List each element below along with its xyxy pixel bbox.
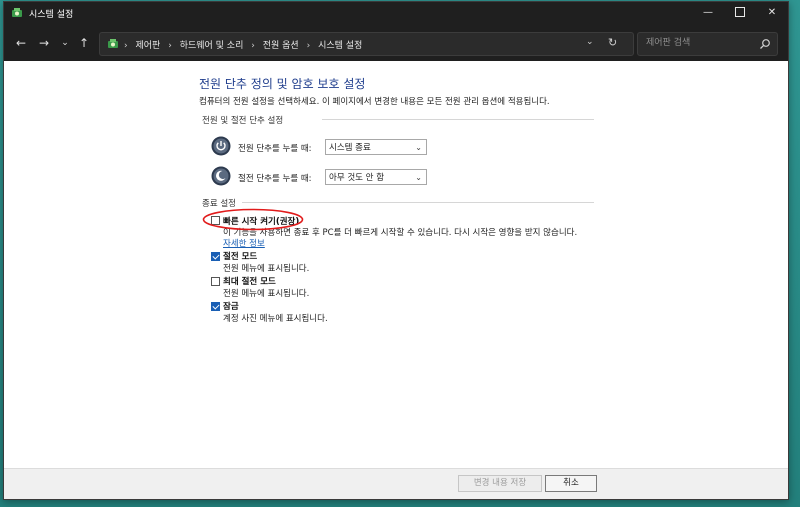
annotation-ellipse xyxy=(202,208,304,231)
breadcrumb-separator: › xyxy=(124,41,128,51)
page-title: 전원 단추 정의 및 암호 보호 설정 xyxy=(199,77,366,91)
refresh-icon[interactable]: ↻ xyxy=(608,36,617,49)
minimize-button[interactable]: — xyxy=(692,2,724,24)
sleep-label[interactable]: 절전 모드 xyxy=(223,250,257,262)
recent-locations-button[interactable]: ⌄ xyxy=(56,34,74,52)
power-button-action-select[interactable]: 시스템 종료 ⌄ xyxy=(325,139,427,155)
breadcrumb-separator: › xyxy=(168,41,172,51)
power-button-label: 전원 단추를 누를 때: xyxy=(238,144,312,154)
forward-button[interactable]: → xyxy=(35,34,53,52)
content-area: 전원 단추 정의 및 암호 보호 설정 컴퓨터의 전원 설정을 선택하세요. 이… xyxy=(4,61,788,469)
close-button[interactable]: ✕ xyxy=(756,2,788,24)
back-button[interactable]: ← xyxy=(12,34,30,52)
search-box[interactable] xyxy=(637,32,778,56)
hibernate-description: 전원 메뉴에 표시됩니다. xyxy=(223,289,310,299)
control-panel-icon xyxy=(108,39,118,48)
hibernate-checkbox[interactable] xyxy=(211,277,220,286)
breadcrumb-hardware-sound[interactable]: 하드웨어 및 소리 xyxy=(180,41,244,51)
breadcrumb: › 제어판 › 하드웨어 및 소리 › 전원 옵션 › 시스템 설정 xyxy=(124,38,362,51)
page-description: 컴퓨터의 전원 설정을 선택하세요. 이 페이지에서 변경한 내용은 모든 전원… xyxy=(199,97,550,107)
footer-bar: 변경 내용 저장 취소 xyxy=(4,468,788,499)
address-dropdown-icon[interactable]: ⌄ xyxy=(586,37,594,47)
title-bar: 시스템 설정 — ✕ xyxy=(4,2,788,24)
control-panel-window: 시스템 설정 — ✕ ← → ⌄ ↑ › 제어판 › 하드웨어 및 소리 › 전… xyxy=(3,1,789,500)
navigation-bar: ← → ⌄ ↑ › 제어판 › 하드웨어 및 소리 › 전원 옵션 › 시스템 … xyxy=(4,24,788,61)
up-button[interactable]: ↑ xyxy=(75,34,93,52)
breadcrumb-system-settings[interactable]: 시스템 설정 xyxy=(318,41,362,51)
hibernate-label[interactable]: 최대 절전 모드 xyxy=(223,275,276,287)
breadcrumb-separator: › xyxy=(306,41,311,51)
sleep-button-action-value: 아무 것도 안 함 xyxy=(329,173,385,183)
breadcrumb-separator: › xyxy=(251,41,255,51)
lock-checkbox[interactable] xyxy=(211,302,220,311)
chevron-down-icon: ⌄ xyxy=(61,38,69,48)
maximize-icon xyxy=(735,7,745,17)
arrow-up-icon: ↑ xyxy=(78,36,90,50)
sleep-button-label: 절전 단추를 누를 때: xyxy=(238,174,312,184)
breadcrumb-power-options[interactable]: 전원 옵션 xyxy=(263,41,299,51)
arrow-left-icon: ← xyxy=(15,36,27,50)
sleep-description: 전원 메뉴에 표시됩니다. xyxy=(223,264,310,274)
window-title: 시스템 설정 xyxy=(29,10,74,20)
more-info-link[interactable]: 자세한 정보 xyxy=(223,237,265,249)
lock-description: 계정 사진 메뉴에 표시됩니다. xyxy=(223,314,328,324)
section-divider xyxy=(322,119,594,120)
chevron-down-icon: ⌄ xyxy=(415,173,422,182)
power-button-action-value: 시스템 종료 xyxy=(329,143,371,153)
power-button-icon xyxy=(211,136,231,156)
arrow-right-icon: → xyxy=(38,36,50,50)
section-divider xyxy=(242,202,594,203)
lock-label[interactable]: 잠금 xyxy=(223,300,239,312)
search-input[interactable] xyxy=(646,36,754,50)
sleep-checkbox[interactable] xyxy=(211,252,220,261)
sleep-button-icon xyxy=(211,166,231,186)
power-options-icon xyxy=(12,8,22,17)
power-buttons-section-header: 전원 및 절전 단추 설정 xyxy=(202,116,284,126)
chevron-down-icon: ⌄ xyxy=(415,143,422,152)
cancel-button[interactable]: 취소 xyxy=(545,475,597,492)
save-changes-button[interactable]: 변경 내용 저장 xyxy=(458,475,542,492)
breadcrumb-control-panel[interactable]: 제어판 xyxy=(135,41,160,51)
address-bar[interactable]: › 제어판 › 하드웨어 및 소리 › 전원 옵션 › 시스템 설정 ⌄ ↻ xyxy=(99,32,634,56)
maximize-button[interactable] xyxy=(724,2,756,24)
search-icon[interactable] xyxy=(759,38,771,50)
sleep-button-action-select[interactable]: 아무 것도 안 함 ⌄ xyxy=(325,169,427,185)
